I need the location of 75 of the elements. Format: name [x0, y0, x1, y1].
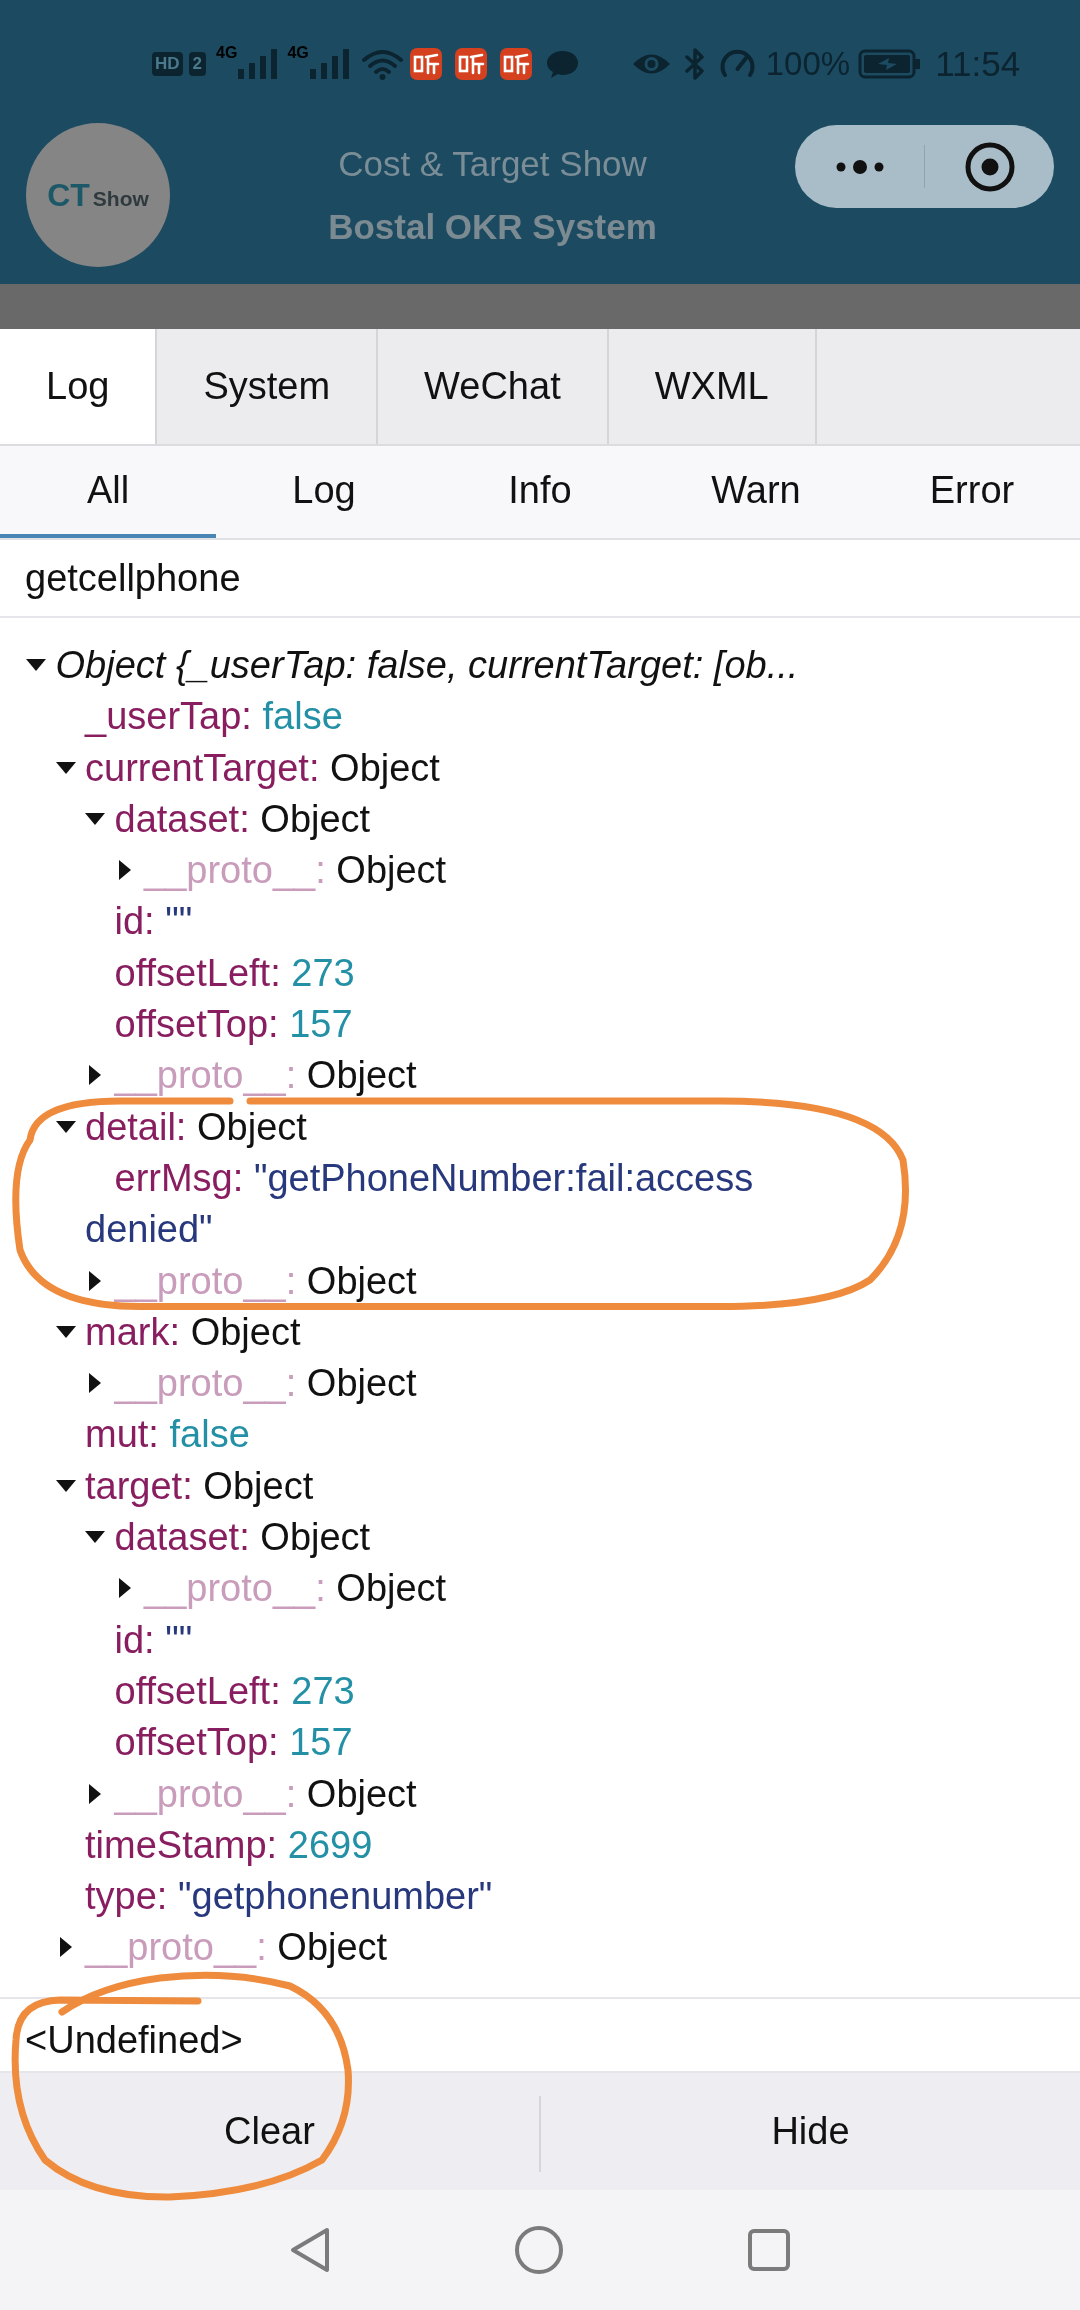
caret-right-icon[interactable] — [89, 1783, 101, 1804]
app-notification-icon — [409, 48, 442, 80]
property-line: __proto__: Object — [114, 1259, 417, 1302]
back-icon[interactable] — [290, 2227, 330, 2273]
log-message: getcellphone — [25, 556, 241, 600]
property-line: id: "" — [114, 900, 193, 943]
caret-right-icon[interactable] — [89, 1065, 101, 1086]
tab[interactable]: WXML — [608, 329, 817, 444]
network-type-label: 4G — [216, 45, 238, 61]
caret-right-icon[interactable] — [59, 1937, 72, 1958]
property-line: __proto__: Object — [144, 1567, 447, 1610]
filter-tab[interactable]: Error — [864, 446, 1080, 538]
more-icon[interactable] — [835, 159, 884, 174]
caret-down-icon[interactable] — [85, 1531, 105, 1543]
property-line: _userTap: false — [85, 695, 343, 738]
log-message: <Undefined> — [25, 2018, 243, 2062]
property-line: mut: false — [85, 1413, 250, 1456]
property-line: detail: Object — [85, 1105, 307, 1148]
toolbar-button[interactable]: Clear — [0, 2073, 539, 2190]
property-line: offsetLeft: 273 — [114, 1669, 355, 1712]
hd-badge: HD — [152, 52, 183, 76]
property-line: dataset: Object — [114, 797, 371, 840]
app-notification-icon — [499, 48, 532, 80]
property-line: target: Object — [85, 1464, 314, 1507]
caret-down-icon[interactable] — [85, 812, 105, 825]
property-line: offsetTop: 157 — [114, 1721, 353, 1764]
property-line: type: "getphonenumber" — [85, 1875, 493, 1918]
signal-icon — [238, 49, 279, 79]
tab[interactable]: Log — [0, 329, 158, 444]
app-title: Cost & Target Show — [338, 143, 647, 185]
property-line: __proto__: Object — [114, 1772, 417, 1815]
tab[interactable]: System — [157, 329, 379, 444]
battery-icon — [858, 49, 923, 79]
object-summary: Object {_userTap: false, currentTarget: [ob... — [55, 644, 799, 686]
property-line: timeStamp: 2699 — [85, 1823, 373, 1866]
property-line: dataset: Object — [114, 1516, 371, 1559]
chat-bubble-icon — [545, 49, 579, 79]
caret-down-icon[interactable] — [26, 658, 46, 671]
caret-down-icon[interactable] — [55, 1479, 76, 1492]
wifi-icon — [361, 48, 403, 80]
filter-tab[interactable]: Info — [432, 446, 648, 538]
filter-tab[interactable]: Log — [216, 446, 432, 538]
property-line: offsetTop: 157 — [114, 1003, 353, 1046]
network-type-label: 4G — [287, 45, 309, 61]
filter-tab[interactable]: Warn — [648, 446, 864, 538]
caret-down-icon[interactable] — [55, 761, 76, 774]
recent-apps-icon[interactable] — [748, 2229, 790, 2271]
caret-right-icon[interactable] — [89, 1373, 101, 1394]
filter-tab[interactable]: All — [0, 446, 216, 538]
home-icon[interactable] — [515, 2226, 563, 2274]
property-line: __proto__: Object — [114, 1362, 417, 1405]
caret-right-icon[interactable] — [118, 860, 131, 881]
property-line: offsetLeft: 273 — [114, 951, 355, 994]
circle-dot-icon[interactable] — [964, 141, 1015, 192]
property-line: mark: Object — [85, 1310, 301, 1353]
tab[interactable]: WeChat — [378, 329, 609, 444]
logo-text: Show — [92, 186, 149, 210]
gauge-icon — [718, 48, 756, 80]
toolbar-button[interactable]: Hide — [541, 2073, 1080, 2190]
property-line: id: "" — [114, 1618, 193, 1661]
caret-down-icon[interactable] — [55, 1325, 76, 1338]
caret-right-icon[interactable] — [118, 1578, 131, 1599]
sim-card-badge: 2 — [188, 52, 207, 76]
bluetooth-icon — [682, 48, 707, 80]
signal-icon — [309, 49, 350, 79]
property-line: currentTarget: Object — [85, 746, 440, 789]
caret-down-icon[interactable] — [55, 1120, 76, 1133]
logo-text: CT — [47, 176, 90, 213]
caret-right-icon[interactable] — [89, 1270, 101, 1291]
property-line: __proto__: Object — [144, 849, 447, 892]
app-notification-icon — [454, 48, 487, 80]
app-subtitle: Bostal OKR System — [328, 206, 657, 248]
property-line: errMsg: "getPhoneNumber:fail:access denied" — [85, 1156, 754, 1251]
property-line: __proto__: Object — [114, 1054, 417, 1097]
property-line: __proto__: Object — [85, 1926, 388, 1969]
